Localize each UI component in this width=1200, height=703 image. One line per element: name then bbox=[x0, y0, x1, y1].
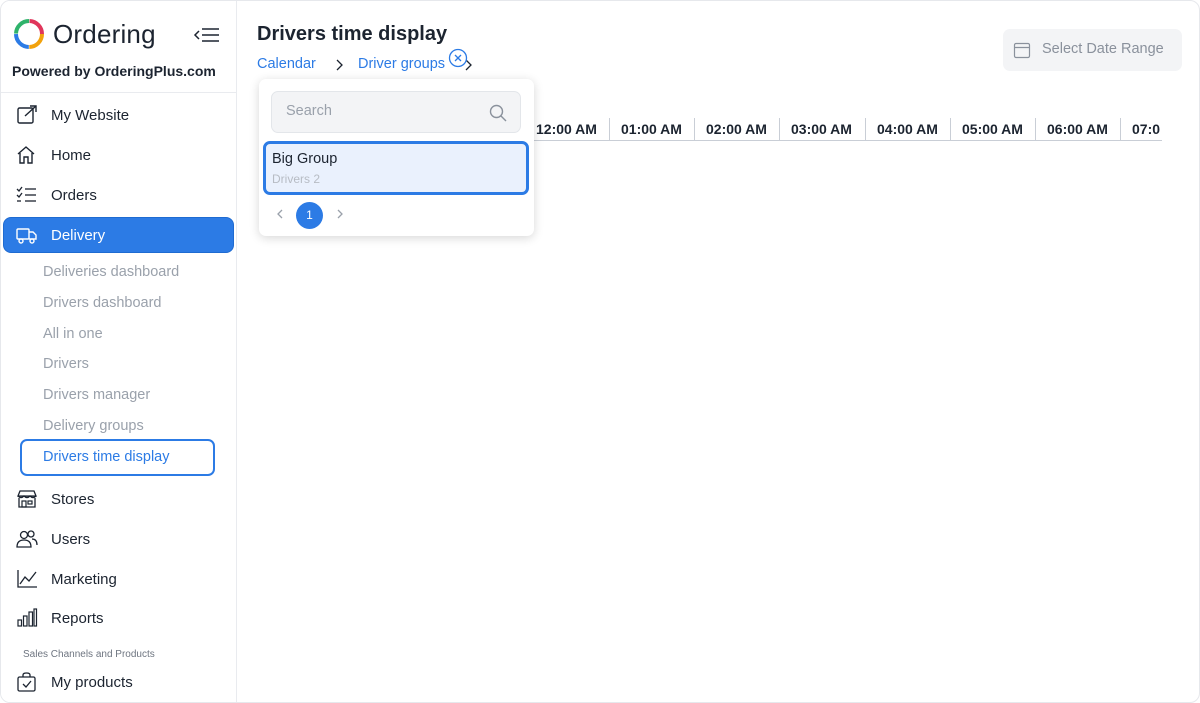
hour-divider bbox=[1120, 118, 1121, 140]
sidebar-item-label: Marketing bbox=[51, 570, 117, 588]
page-number-button[interactable]: 1 bbox=[296, 202, 323, 229]
timeline-header: 12:00 AM 01:00 AM 02:00 AM 03:00 AM 04:0… bbox=[528, 118, 1162, 141]
sidebar-item-stores[interactable]: Stores bbox=[4, 482, 233, 516]
sidebar-item-label: Home bbox=[51, 146, 92, 164]
users-icon bbox=[16, 530, 38, 548]
hour-column: 05:00 AM bbox=[950, 118, 1035, 140]
sidebar-item-label: Users bbox=[51, 530, 91, 548]
hour-column: 02:00 AM bbox=[694, 118, 779, 140]
select-date-range-button[interactable]: Select Date Range bbox=[1003, 29, 1182, 71]
hour-column: 03:00 AM bbox=[779, 118, 864, 140]
sidebar-item-label: Stores bbox=[51, 490, 95, 508]
submenu-drivers-manager[interactable]: Drivers manager bbox=[43, 384, 150, 406]
hour-divider bbox=[950, 118, 951, 140]
brand-name: Ordering bbox=[53, 18, 156, 49]
sidebar-item-orders[interactable]: Orders bbox=[4, 178, 233, 212]
truck-icon bbox=[16, 228, 37, 244]
hour-column: 12:00 AM bbox=[528, 118, 613, 140]
sidebar-item-my-products[interactable]: My products bbox=[4, 665, 233, 699]
sidebar-item-label: Orders bbox=[51, 186, 97, 204]
page-title: Drivers time display bbox=[257, 23, 448, 45]
sidebar-item-home[interactable]: Home bbox=[4, 138, 233, 172]
collapse-sidebar-icon[interactable] bbox=[193, 25, 221, 45]
hour-column: 01:00 AM bbox=[609, 118, 694, 140]
hour-column: 04:00 AM bbox=[865, 118, 950, 140]
powered-by: Powered by OrderingPlus.com bbox=[12, 63, 216, 79]
sidebar-item-marketing[interactable]: Marketing bbox=[4, 562, 233, 596]
bag-check-icon bbox=[17, 672, 36, 692]
hour-label: 01:00 AM bbox=[621, 121, 682, 137]
driver-groups-dropdown: Big Group Drivers 2 1 bbox=[259, 79, 534, 236]
search-input[interactable] bbox=[286, 103, 476, 119]
sidebar-item-reports[interactable]: Reports bbox=[4, 601, 233, 635]
hour-divider bbox=[865, 118, 866, 140]
ordering-logo-icon bbox=[14, 19, 44, 49]
submenu-delivery-groups[interactable]: Delivery groups bbox=[43, 415, 144, 437]
section-label: Sales Channels and Products bbox=[23, 649, 155, 660]
brand[interactable]: Ordering bbox=[13, 17, 156, 51]
chevron-right-icon bbox=[336, 59, 343, 71]
sidebar-item-users[interactable]: Users bbox=[4, 522, 233, 556]
hour-divider bbox=[1035, 118, 1036, 140]
divider bbox=[1, 92, 237, 93]
app-window: Ordering Powered by OrderingPlus.com My … bbox=[0, 0, 1200, 703]
hour-label: 03:00 AM bbox=[791, 121, 852, 137]
breadcrumb-calendar[interactable]: Calendar bbox=[257, 56, 316, 72]
hour-divider bbox=[609, 118, 610, 140]
hour-label: 05:00 AM bbox=[962, 121, 1023, 137]
hour-label: 06:00 AM bbox=[1047, 121, 1108, 137]
list-check-icon bbox=[16, 186, 36, 202]
submenu-all-in-one[interactable]: All in one bbox=[43, 323, 103, 345]
breadcrumb-driver-groups[interactable]: Driver groups bbox=[358, 56, 445, 72]
hour-divider bbox=[779, 118, 780, 140]
hour-label: 04:00 AM bbox=[877, 121, 938, 137]
sidebar-item-label: My Website bbox=[51, 106, 130, 124]
sidebar-item-label: Reports bbox=[51, 609, 104, 627]
graph-up-icon bbox=[17, 570, 37, 588]
calendar-icon bbox=[1013, 42, 1031, 59]
bar-chart-icon bbox=[17, 608, 38, 627]
submenu-drivers[interactable]: Drivers bbox=[43, 353, 89, 375]
hour-label: 07:0 bbox=[1132, 121, 1161, 137]
shop-icon bbox=[17, 490, 37, 508]
date-range-label: Select Date Range bbox=[1042, 41, 1164, 57]
hour-divider bbox=[694, 118, 695, 140]
sidebar-item-label: My products bbox=[51, 673, 133, 691]
clear-selection-icon[interactable] bbox=[448, 48, 468, 68]
hour-label: 12:00 AM bbox=[536, 121, 597, 137]
hour-label: 02:00 AM bbox=[706, 121, 767, 137]
search-field[interactable] bbox=[271, 91, 521, 133]
submenu-drivers-time-display[interactable]: Drivers time display bbox=[43, 446, 170, 468]
sidebar-item-my-website[interactable]: My Website bbox=[4, 98, 233, 132]
chevron-right-icon[interactable] bbox=[333, 206, 347, 222]
chevron-left-icon[interactable] bbox=[273, 206, 287, 222]
group-option[interactable]: Big Group Drivers 2 bbox=[263, 141, 529, 195]
submenu-deliveries-dashboard[interactable]: Deliveries dashboard bbox=[43, 261, 179, 283]
submenu-drivers-dashboard[interactable]: Drivers dashboard bbox=[43, 292, 161, 314]
hour-column: 06:00 AM bbox=[1035, 118, 1120, 140]
sidebar: Ordering Powered by OrderingPlus.com My … bbox=[1, 1, 237, 702]
sidebar-item-label: Delivery bbox=[51, 226, 106, 244]
hour-column: 07:0 bbox=[1120, 118, 1162, 140]
search-icon bbox=[489, 104, 507, 122]
group-drivers-count: Drivers 2 bbox=[272, 172, 321, 186]
group-name: Big Group bbox=[272, 151, 338, 167]
home-icon bbox=[17, 146, 35, 164]
sidebar-item-delivery[interactable]: Delivery bbox=[4, 218, 233, 252]
external-link-icon bbox=[17, 105, 37, 124]
